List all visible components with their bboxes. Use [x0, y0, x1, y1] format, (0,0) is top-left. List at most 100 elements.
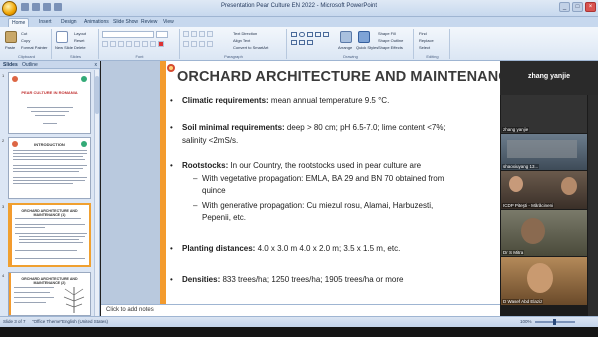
active-speaker-tile[interactable]: zhang yanjie: [500, 61, 598, 95]
tab-outline[interactable]: Outline: [22, 62, 38, 68]
star-shape-icon[interactable]: [307, 40, 313, 45]
slides-group: New Slide Layout Reset Delete Slides: [53, 29, 99, 59]
zoom-level[interactable]: 100%: [520, 319, 532, 324]
align-right-icon[interactable]: [199, 41, 205, 47]
numbering-icon[interactable]: [191, 31, 197, 37]
clipboard-group: Paste Cut Copy Format Painter Clipboard: [2, 29, 52, 59]
current-slide[interactable]: ORCHARD ARCHITECTURE AND MAINTENANCE • C…: [160, 61, 504, 304]
close-icon[interactable]: ×: [585, 2, 596, 12]
font-size-combo[interactable]: [156, 31, 168, 38]
maximize-icon[interactable]: □: [572, 2, 583, 12]
decrease-indent-icon[interactable]: [199, 31, 205, 37]
align-text-button[interactable]: Align Text: [233, 38, 250, 43]
thumb-title: PEAR CULTURE IN ROMANIA: [21, 90, 78, 95]
subbullet-text-continuation: quince: [202, 186, 226, 195]
editing-group: Find Replace Select Editing: [416, 29, 450, 59]
tab-slide-show[interactable]: Slide Show: [110, 18, 141, 27]
thumb-title: ORCHARD ARCHITECTURE AND MAINTENANCE (1): [21, 209, 78, 217]
increase-indent-icon[interactable]: [207, 31, 213, 37]
new-slide-icon[interactable]: [56, 31, 68, 43]
slides-panel-tabs: Slides Outline x: [0, 61, 100, 69]
video-tile[interactable]: ICDP Piteşti - Mărăcineni: [501, 171, 587, 209]
tab-home[interactable]: Home: [8, 18, 30, 27]
align-center-icon[interactable]: [191, 41, 197, 47]
cut-button[interactable]: Cut: [21, 31, 27, 36]
drawing-group: Arrange Quick Styles Shape Fill Shape Ou…: [288, 29, 414, 59]
participant-name: ICDP Piteşti - Mărăcineni: [502, 203, 555, 208]
slides-scrollbar[interactable]: [94, 70, 99, 316]
font-color-icon[interactable]: [158, 41, 164, 47]
quick-styles-icon[interactable]: [358, 31, 370, 43]
textbox-shape-icon[interactable]: [323, 32, 329, 37]
bold-icon[interactable]: [102, 41, 108, 47]
accent-bar: [160, 61, 166, 304]
arrange-icon[interactable]: [340, 31, 352, 43]
tab-slides[interactable]: Slides: [3, 62, 18, 68]
close-panel-icon[interactable]: x: [95, 62, 98, 68]
video-panel-sidebar: [588, 95, 598, 316]
text-direction-button[interactable]: Text Direction: [233, 31, 257, 36]
shape-effects-button[interactable]: Shape Effects: [378, 45, 403, 50]
select-button[interactable]: Select: [419, 45, 430, 50]
video-tile[interactable]: D Wasef Abd Elaziz: [501, 257, 587, 305]
justify-icon[interactable]: [207, 41, 213, 47]
tab-insert[interactable]: Insert: [36, 18, 55, 27]
video-tile[interactable]: shaoxiuyang 13...: [501, 134, 587, 170]
bullets-icon[interactable]: [183, 31, 189, 37]
video-tile[interactable]: Dr S Mitra: [501, 210, 587, 256]
align-left-icon[interactable]: [183, 41, 189, 47]
bullet-text: 833 trees/ha; 1250 trees/ha; 1905 trees/…: [220, 275, 404, 284]
language-indicator[interactable]: English (United States): [62, 319, 108, 324]
oval-shape-icon[interactable]: [299, 32, 305, 37]
slides-label: Slides: [70, 54, 81, 59]
slide-thumbnail-3[interactable]: ORCHARD ARCHITECTURE AND MAINTENANCE (1): [8, 203, 91, 267]
triangle-shape-icon[interactable]: [291, 40, 297, 45]
paste-button[interactable]: Paste: [5, 45, 15, 50]
bullet-text: mean annual temperature 9.5 °C.: [268, 96, 390, 105]
video-tile[interactable]: zhang yanjie: [501, 95, 587, 133]
slide-number: 2: [2, 138, 5, 143]
tab-review[interactable]: Review: [138, 18, 160, 27]
shape-outline-button[interactable]: Shape Outline: [378, 38, 403, 43]
slide-thumbnail-4[interactable]: ORCHARD ARCHITECTURE AND MAINTENANCE (2): [8, 272, 91, 316]
italic-icon[interactable]: [110, 41, 116, 47]
notes-placeholder[interactable]: Click to add notes: [106, 307, 154, 313]
layout-button[interactable]: Layout: [74, 31, 86, 36]
convert-smartart-button[interactable]: Convert to SmartArt: [233, 45, 268, 50]
shape-fill-button[interactable]: Shape Fill: [378, 31, 396, 36]
notes-pane[interactable]: Click to add notes: [101, 304, 500, 316]
minimize-icon[interactable]: _: [559, 2, 570, 12]
brace-shape-icon[interactable]: [299, 40, 305, 45]
paste-icon[interactable]: [5, 31, 17, 43]
shadow-icon[interactable]: [134, 41, 140, 47]
arrow-shape-icon[interactable]: [315, 32, 321, 37]
status-bar: Slide 3 of 7 "Office Theme" English (Uni…: [0, 316, 598, 327]
delete-button[interactable]: Delete: [74, 45, 86, 50]
ribbon-tabs: Home Insert Design Animations Slide Show…: [0, 17, 598, 27]
quick-styles-button[interactable]: Quick Styles: [356, 45, 378, 50]
powerpoint-window: Presentation Pear Culture EN 2022 - Micr…: [0, 0, 598, 337]
replace-button[interactable]: Replace: [419, 38, 434, 43]
slide-thumbnail-2[interactable]: INTRODUCTION: [8, 137, 91, 199]
tab-animations[interactable]: Animations: [81, 18, 112, 27]
line-shape-icon[interactable]: [307, 32, 313, 37]
reset-button[interactable]: Reset: [74, 38, 84, 43]
copy-button[interactable]: Copy: [21, 38, 30, 43]
slide-number: 1: [2, 73, 5, 78]
font-name-combo[interactable]: [102, 31, 154, 38]
change-case-icon[interactable]: [150, 41, 156, 47]
char-spacing-icon[interactable]: [142, 41, 148, 47]
strikethrough-icon[interactable]: [126, 41, 132, 47]
find-button[interactable]: Find: [419, 31, 427, 36]
new-slide-button[interactable]: New Slide: [55, 45, 73, 50]
slide-thumbnail-1[interactable]: PEAR CULTURE IN ROMANIA: [8, 72, 91, 134]
tab-view[interactable]: View: [160, 18, 177, 27]
rectangle-shape-icon[interactable]: [291, 32, 297, 37]
tab-design[interactable]: Design: [58, 18, 80, 27]
zoom-slider-handle[interactable]: [553, 319, 556, 325]
arrange-button[interactable]: Arrange: [338, 45, 352, 50]
underline-icon[interactable]: [118, 41, 124, 47]
format-painter-button[interactable]: Format Painter: [21, 45, 47, 50]
bullet-label: Soil minimal requirements:: [182, 123, 285, 132]
slide-title[interactable]: ORCHARD ARCHITECTURE AND MAINTENANCE: [177, 69, 504, 85]
